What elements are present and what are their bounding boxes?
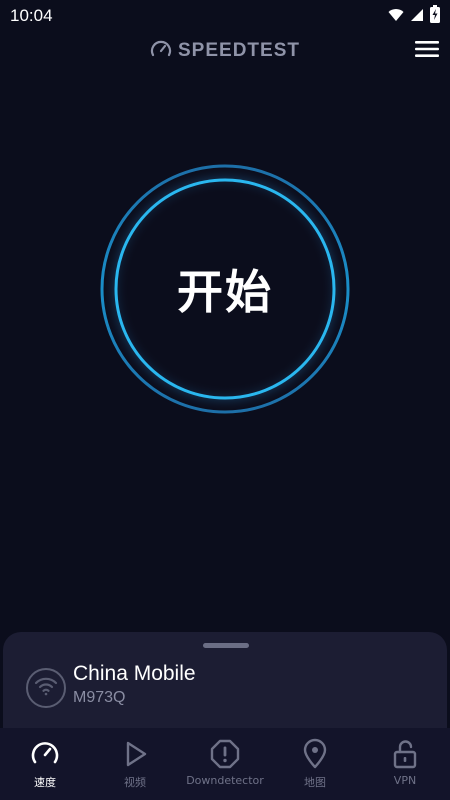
battery-charging-icon xyxy=(430,5,440,27)
tab-speed[interactable]: 速度 xyxy=(0,728,90,800)
app-bar: SPEEDTEST xyxy=(0,32,450,70)
connection-sheet[interactable]: China Mobile M973Q xyxy=(3,632,447,742)
brand-logo: SPEEDTEST xyxy=(150,40,300,62)
tab-vpn[interactable]: VPN xyxy=(360,728,450,800)
tab-label: VPN xyxy=(393,774,417,787)
play-icon xyxy=(119,738,151,770)
sheet-drag-handle[interactable] xyxy=(203,643,249,648)
tab-video[interactable]: 视频 xyxy=(90,728,180,800)
brand-name: SPEEDTEST xyxy=(178,40,300,61)
status-icons xyxy=(388,5,440,27)
unlock-icon xyxy=(389,738,421,770)
alert-icon xyxy=(209,738,241,770)
connection-icon xyxy=(26,668,66,708)
start-test-button[interactable]: 开始 xyxy=(100,164,350,414)
map-pin-icon xyxy=(299,738,331,770)
hamburger-menu-icon xyxy=(415,40,439,62)
device-name: M973Q xyxy=(73,689,126,706)
menu-button[interactable] xyxy=(412,36,442,66)
wifi-icon xyxy=(34,676,58,700)
provider-name: China Mobile xyxy=(73,662,196,685)
bottom-tab-bar: 速度 视频 Downdetector 地图 VPN xyxy=(0,728,450,800)
tab-map[interactable]: 地图 xyxy=(270,728,360,800)
speedometer-icon xyxy=(150,40,172,62)
tab-label: 视频 xyxy=(124,776,146,789)
status-time: 10:04 xyxy=(10,6,53,25)
cellular-signal-icon xyxy=(410,7,424,26)
status-bar: 10:04 xyxy=(0,0,450,32)
start-label: 开始 xyxy=(177,265,273,319)
speedometer-icon xyxy=(29,738,61,770)
tab-label: 地图 xyxy=(304,776,326,789)
tab-label: 速度 xyxy=(34,776,56,789)
wifi-icon xyxy=(388,7,404,26)
tab-label: Downdetector xyxy=(186,774,264,787)
tab-downdetector[interactable]: Downdetector xyxy=(180,728,270,800)
